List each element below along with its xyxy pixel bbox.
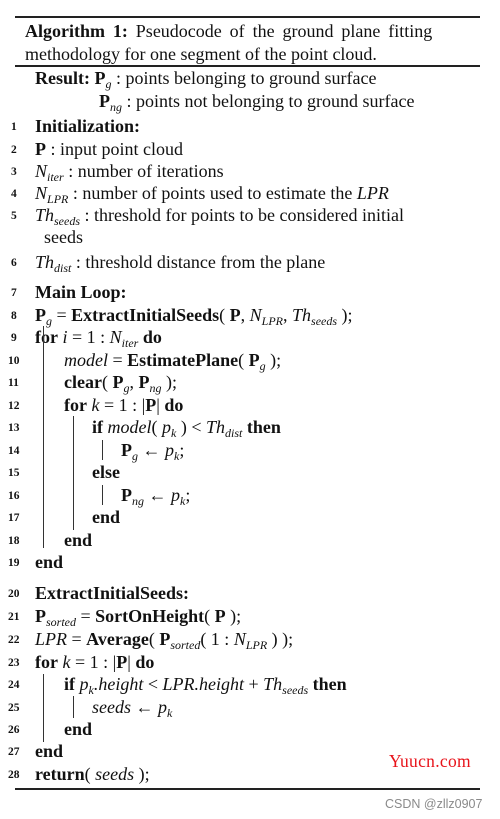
- result-symbol: P: [94, 68, 106, 88]
- line-number: 19: [8, 557, 20, 569]
- line-code: if model( pk ) < Thdist then: [92, 417, 281, 440]
- line-number: 9: [11, 332, 17, 344]
- line-code: ExtractInitialSeeds:: [35, 583, 189, 603]
- line-code: clear( Pg, Png );: [64, 372, 177, 395]
- line-number: 18: [8, 535, 20, 547]
- line-code: end: [35, 741, 64, 761]
- line-number: 14: [8, 445, 20, 457]
- line-code: Png ← pk;: [121, 485, 191, 508]
- line-code: Psorted = SortOnHeight( P );: [35, 606, 242, 629]
- for-block-bar: [43, 326, 45, 548]
- result-text: : points belonging to ground surface: [111, 68, 377, 88]
- line-number: 3: [11, 166, 17, 178]
- result-line-1: Result: Pg : points belonging to ground …: [35, 67, 377, 90]
- line-number: 28: [8, 769, 20, 781]
- line-code: for i = 1 : Niter do: [35, 327, 162, 350]
- line-number: 6: [11, 257, 17, 269]
- algorithm-caption-line-1: Algorithm 1: Pseudocode of the ground pl…: [25, 20, 432, 42]
- if-block-bar: [102, 440, 104, 460]
- line-code: end: [64, 719, 93, 739]
- line-code: for k = 1 : |P| do: [35, 652, 155, 672]
- line-code: LPR = Average( Psorted( 1 : NLPR ) );: [35, 629, 294, 652]
- line-number: 27: [8, 746, 20, 758]
- algorithm-caption: Pseudocode of the ground plane fitting: [135, 21, 433, 41]
- line-number: 22: [8, 634, 20, 646]
- line-number: 8: [11, 310, 17, 322]
- line-code: for k = 1 : |P| do: [64, 395, 184, 415]
- line-code: Initialization:: [35, 116, 141, 136]
- line-number: 26: [8, 724, 20, 736]
- line-code: model = EstimatePlane( Pg );: [64, 350, 282, 373]
- line-code: end: [92, 507, 121, 527]
- subscript: ng: [110, 100, 122, 114]
- line-code: Pg = ExtractInitialSeeds( P, NLPR, Thsee…: [35, 305, 353, 328]
- line-number: 13: [8, 422, 20, 434]
- line-code: Main Loop:: [35, 282, 127, 302]
- line-code: P : input point cloud: [35, 139, 183, 159]
- for-block-bar-2: [43, 674, 45, 742]
- algorithm-label: Algorithm 1:: [25, 21, 128, 41]
- result-line-2: Png : points not belonging to ground sur…: [99, 90, 415, 114]
- if-block-bar-2: [73, 696, 75, 718]
- line-number: 24: [8, 679, 20, 691]
- algorithm-caption-line-2: methodology for one segment of the point…: [25, 43, 377, 65]
- line-code: Thdist : threshold distance from the pla…: [35, 252, 326, 275]
- algorithm-caption-cont: methodology for one segment of the point…: [25, 44, 377, 64]
- line-number: 21: [8, 611, 20, 623]
- line-number: 16: [8, 490, 20, 502]
- line-code: if pk.height < LPR.height + Thseeds then: [64, 674, 347, 697]
- line-code: Niter : number of iterations: [35, 161, 224, 184]
- watermark: Yuucn.com: [389, 751, 471, 771]
- line-number: 1: [11, 121, 17, 133]
- inner-for-block-bar: [73, 416, 75, 530]
- top-rule: [15, 16, 480, 18]
- line-code: Thseeds : threshold for points to be con…: [35, 205, 404, 228]
- line-code: Pg ← pk;: [121, 440, 185, 463]
- line-number: 4: [11, 188, 17, 200]
- else-block-bar: [102, 485, 104, 505]
- result-label: Result:: [35, 68, 90, 88]
- line-code: seeds ← pk: [92, 697, 173, 720]
- line-number: 5: [11, 210, 17, 222]
- line-number: 15: [8, 467, 20, 479]
- line-code: return( seeds );: [35, 764, 150, 784]
- result-text: : points not belonging to ground surface: [122, 91, 415, 111]
- line-number: 12: [8, 400, 20, 412]
- line-number: 11: [8, 377, 19, 389]
- line-number: 23: [8, 657, 20, 669]
- line-code: seeds: [44, 227, 83, 247]
- line-number: 20: [8, 588, 20, 600]
- result-symbol: P: [99, 91, 110, 111]
- credit: CSDN @zllz0907: [385, 797, 483, 811]
- line-code: NLPR : number of points used to estimate…: [35, 183, 389, 206]
- line-code: end: [64, 530, 93, 550]
- bottom-rule: [15, 788, 480, 790]
- line-number: 17: [8, 512, 20, 524]
- line-number: 10: [8, 355, 20, 367]
- line-code: else: [92, 462, 120, 482]
- line-number: 25: [8, 702, 20, 714]
- line-number: 2: [11, 144, 17, 156]
- line-number: 7: [11, 287, 17, 299]
- line-code: end: [35, 552, 64, 572]
